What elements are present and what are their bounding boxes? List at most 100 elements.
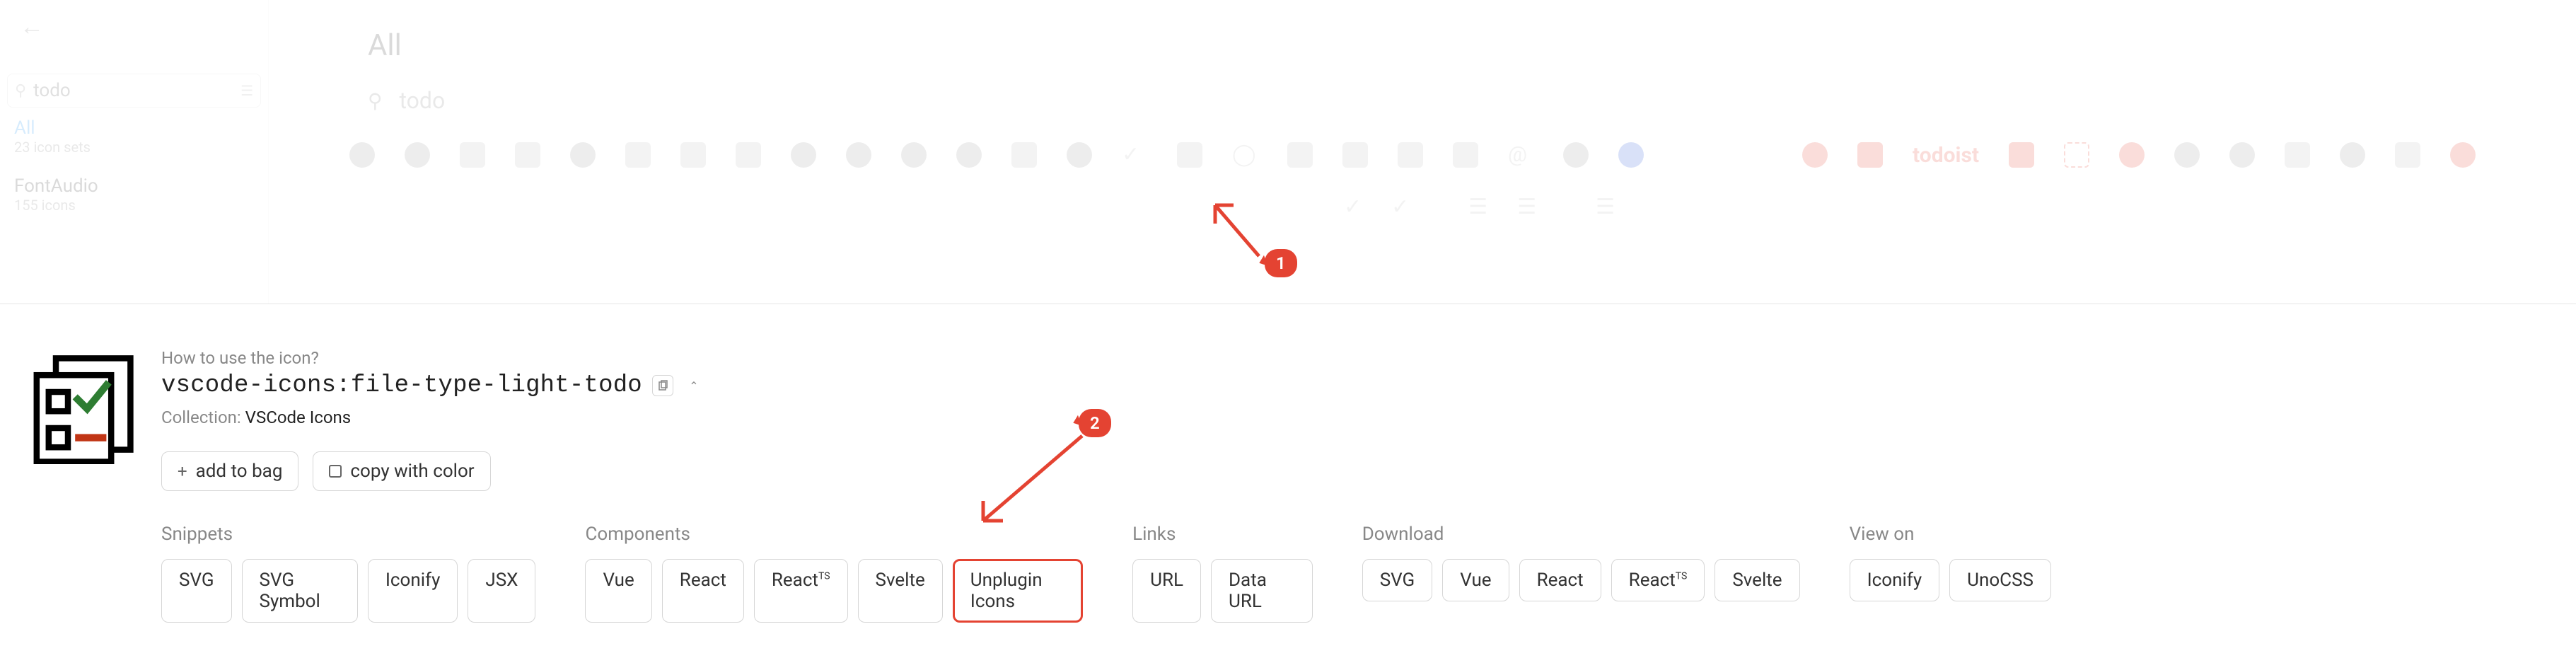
component-vue-button[interactable]: Vue <box>585 559 651 623</box>
download-react-ts-button[interactable]: ReactTS <box>1611 559 1705 601</box>
icon-result-row2: ✓ ✓ ☰ ☰ ☰ <box>1344 195 2534 219</box>
result-icon[interactable] <box>956 142 982 168</box>
copy-id-button[interactable] <box>652 375 673 396</box>
download-svg-button[interactable]: SVG <box>1362 559 1433 601</box>
link-dataurl-button[interactable]: Data URL <box>1211 559 1313 623</box>
sidebar-search-value: todo <box>33 80 240 101</box>
detail-info: How to use the icon? vscode-icons:file-t… <box>161 323 2576 623</box>
group-title: Snippets <box>161 524 535 545</box>
result-icon[interactable] <box>1618 142 1644 168</box>
copy-with-color-button[interactable]: copy with color <box>313 451 490 491</box>
result-icon[interactable] <box>515 142 540 168</box>
result-icon[interactable] <box>2340 142 2365 168</box>
result-icon[interactable] <box>2009 142 2034 168</box>
component-react-ts-button[interactable]: ReactTS <box>754 559 848 623</box>
snippet-iconify-button[interactable]: Iconify <box>368 559 458 623</box>
result-icon[interactable] <box>1177 142 1202 168</box>
result-icon[interactable] <box>2174 142 2200 168</box>
icon-browser-top: ← ⚲ todo ☰ All 23 icon sets FontAudio 15… <box>0 0 2576 304</box>
snippet-jsx-button[interactable]: JSX <box>468 559 535 623</box>
group-snippets: Snippets SVG SVG Symbol Iconify JSX <box>161 524 535 623</box>
collection-label: Collection: <box>161 408 241 427</box>
back-arrow-icon[interactable]: ← <box>0 0 268 45</box>
result-icon[interactable]: ☰ <box>1517 195 1536 219</box>
result-icon[interactable] <box>625 142 651 168</box>
group-title: Links <box>1132 524 1313 545</box>
result-icon[interactable] <box>791 142 816 168</box>
result-icon[interactable] <box>570 142 596 168</box>
download-vue-button[interactable]: Vue <box>1442 559 1509 601</box>
result-icon[interactable] <box>901 142 927 168</box>
result-icon[interactable] <box>2064 142 2089 168</box>
result-icon[interactable] <box>1802 142 1828 168</box>
sidebar-item-subtitle: 23 icon sets <box>14 139 254 156</box>
viewon-unocss-button[interactable]: UnoCSS <box>1949 559 2051 601</box>
snippet-svg-button[interactable]: SVG <box>161 559 232 623</box>
chevron-up-icon: ⌃ <box>689 379 698 393</box>
sidebar-item-all[interactable]: All 23 icon sets <box>0 108 268 166</box>
group-title: Download <box>1362 524 1800 545</box>
viewon-iconify-button[interactable]: Iconify <box>1850 559 1940 601</box>
group-download: Download SVG Vue React ReactTS Svelte <box>1362 524 1800 623</box>
main-search[interactable]: ⚲ todo <box>368 87 2534 114</box>
result-icon[interactable] <box>1563 142 1589 168</box>
result-icon[interactable]: ◯ <box>1232 142 1258 168</box>
result-icon[interactable] <box>846 142 871 168</box>
collection-value[interactable]: VSCode Icons <box>245 408 351 427</box>
result-icon[interactable] <box>2119 142 2145 168</box>
result-icon-selected[interactable] <box>1287 142 1313 168</box>
icon-detail-panel: How to use the icon? vscode-icons:file-t… <box>10 323 2566 623</box>
result-icon[interactable] <box>2285 142 2310 168</box>
result-icon[interactable] <box>1857 142 1883 168</box>
result-icon[interactable] <box>2395 142 2420 168</box>
annotation-badge-1: 1 <box>1265 249 1297 277</box>
page-title: All <box>368 28 2534 63</box>
component-unplugin-button[interactable]: Unplugin Icons <box>953 559 1083 623</box>
component-svelte-button[interactable]: Svelte <box>858 559 943 623</box>
search-icon: ⚲ <box>15 82 26 100</box>
add-to-bag-button[interactable]: + add to bag <box>161 451 298 491</box>
sidebar-search-input[interactable]: ⚲ todo ☰ <box>7 74 261 108</box>
main-search-value: todo <box>400 87 446 114</box>
result-icon[interactable]: ☰ <box>1596 195 1615 219</box>
link-url-button[interactable]: URL <box>1132 559 1201 623</box>
filter-icon[interactable]: ☰ <box>240 82 253 99</box>
result-icon[interactable] <box>2450 142 2476 168</box>
result-icon[interactable]: ✓ <box>1391 195 1409 219</box>
result-icon[interactable]: @ <box>1508 142 1533 168</box>
sidebar-item-title: All <box>14 117 254 139</box>
result-icon[interactable] <box>680 142 706 168</box>
download-svelte-button[interactable]: Svelte <box>1715 559 1799 601</box>
selected-icon-preview <box>20 344 140 464</box>
sidebar-item-fontaudio[interactable]: FontAudio 155 icons <box>0 166 268 224</box>
result-icon[interactable] <box>1342 142 1368 168</box>
result-icon[interactable] <box>1067 142 1092 168</box>
todoist-brand-label[interactable]: todoist <box>1913 143 1979 168</box>
annotation-arrow-2 <box>969 429 1096 535</box>
group-links: Links URL Data URL <box>1132 524 1313 623</box>
result-icon[interactable] <box>736 142 761 168</box>
component-react-button[interactable]: React <box>662 559 744 623</box>
download-react-button[interactable]: React <box>1519 559 1601 601</box>
collection-line: Collection: VSCode Icons <box>161 408 2576 427</box>
result-icon[interactable]: ✓ <box>1344 195 1362 219</box>
result-icon[interactable]: ✓ <box>1122 142 1147 168</box>
group-components: Components Vue React ReactTS Svelte Unpl… <box>585 524 1083 623</box>
snippet-svgsymbol-button[interactable]: SVG Symbol <box>242 559 358 623</box>
result-icon[interactable] <box>405 142 430 168</box>
add-to-bag-label: add to bag <box>196 461 283 482</box>
collapse-panel-button[interactable]: ⌃ <box>683 375 704 396</box>
sidebar-item-subtitle: 155 icons <box>14 197 254 214</box>
plus-icon: + <box>178 461 187 481</box>
group-viewon: View on Iconify UnoCSS <box>1850 524 2051 623</box>
result-icon[interactable] <box>460 142 485 168</box>
result-icon[interactable] <box>1398 142 1423 168</box>
icon-result-grid: ✓ ◯ @ todoist <box>349 142 2534 168</box>
howto-label: How to use the icon? <box>161 348 2576 368</box>
result-icon[interactable]: ☰ <box>1468 195 1487 219</box>
result-icon[interactable] <box>1453 142 1478 168</box>
result-icon[interactable] <box>349 142 375 168</box>
result-icon[interactable] <box>1011 142 1037 168</box>
result-icon[interactable] <box>2229 142 2255 168</box>
main-column: All ⚲ todo ✓ ◯ <box>269 0 2576 241</box>
